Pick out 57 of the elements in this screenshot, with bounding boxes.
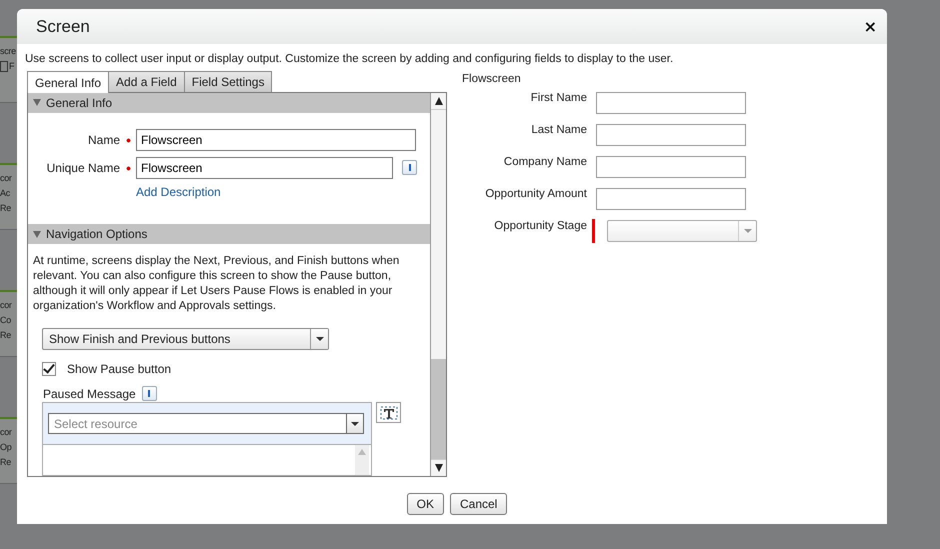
message-textarea[interactable] — [42, 444, 372, 476]
scroll-down-icon — [434, 464, 442, 472]
background-text: Re — [0, 457, 11, 468]
background-text: cor — [0, 300, 12, 311]
dialog-title: Screen — [36, 16, 90, 36]
text-field[interactable] — [596, 124, 746, 146]
help-text: At runtime, screens display the Next, Previous, and Finish buttons when relevant. You can also configure this screen to show the Pause button, although it will only appear if Let Users Pause Flows is enabled in your organization's Workflow and Approvals settings. — [33, 254, 400, 314]
caret-icon — [316, 337, 324, 342]
checkbox[interactable] — [42, 362, 56, 376]
text-template-button[interactable] — [376, 402, 401, 424]
text-field[interactable] — [596, 92, 746, 114]
tab[interactable]: General Info — [27, 71, 110, 93]
text-field[interactable]: Flowscreen — [136, 156, 393, 179]
section-header[interactable]: Navigation Options — [28, 224, 430, 244]
field-label: Opportunity Stage — [493, 220, 587, 232]
background-text: Re — [0, 203, 11, 214]
scrollbar[interactable] — [355, 445, 369, 476]
dialog-button[interactable]: Cancel — [450, 493, 508, 515]
description-text: Use screens to collect user input or display output. Customize the screen by adding and configuring fields to display to the user. — [25, 53, 674, 67]
background-text: F — [9, 61, 14, 72]
section-header[interactable]: General Info — [28, 93, 430, 113]
caret-icon — [351, 422, 359, 426]
background-text: cor — [0, 173, 12, 184]
picklist-field[interactable] — [607, 220, 757, 242]
background-text: Re — [0, 330, 11, 341]
scroll-up-icon — [434, 97, 442, 105]
tab[interactable]: Add a Field — [108, 71, 185, 92]
info-icon[interactable] — [402, 160, 417, 176]
scrollbar[interactable] — [430, 93, 446, 476]
resource-combobox[interactable]: Select resource — [42, 402, 372, 444]
add-description-link[interactable]: Add Description — [136, 184, 221, 199]
field-label: Unique Name — [46, 160, 120, 175]
buttons-dropdown[interactable]: Show Finish and Previous buttons — [42, 328, 329, 350]
background-text: cor — [0, 427, 12, 438]
close-button[interactable]: × — [862, 18, 879, 34]
background-text: scre — [0, 46, 16, 57]
field-label: Opportunity Amount — [484, 188, 587, 200]
field-label: Company Name — [502, 156, 587, 168]
text-field[interactable] — [596, 188, 746, 210]
text-field[interactable] — [596, 156, 746, 178]
field-label: Last Name — [530, 124, 587, 136]
tab[interactable]: Field Settings — [184, 71, 272, 92]
preview-title: Flowscreen — [462, 73, 522, 87]
scroll-thumb[interactable] — [431, 359, 446, 459]
field-label: Paused Message — [43, 386, 136, 401]
text-icon — [378, 404, 398, 421]
scroll-up-icon — [358, 449, 366, 456]
info-icon[interactable] — [142, 386, 157, 402]
background-text: Ac — [0, 188, 10, 199]
field-label: First Name — [530, 92, 587, 104]
background-text: Co — [0, 315, 11, 326]
dialog-button[interactable]: OK — [406, 493, 444, 515]
field-label: Name — [86, 132, 120, 147]
checkbox-label: Show Pause button — [67, 362, 172, 376]
caret-icon — [744, 229, 752, 233]
text-field[interactable]: Flowscreen — [136, 128, 416, 151]
background-text: Op — [0, 442, 12, 453]
